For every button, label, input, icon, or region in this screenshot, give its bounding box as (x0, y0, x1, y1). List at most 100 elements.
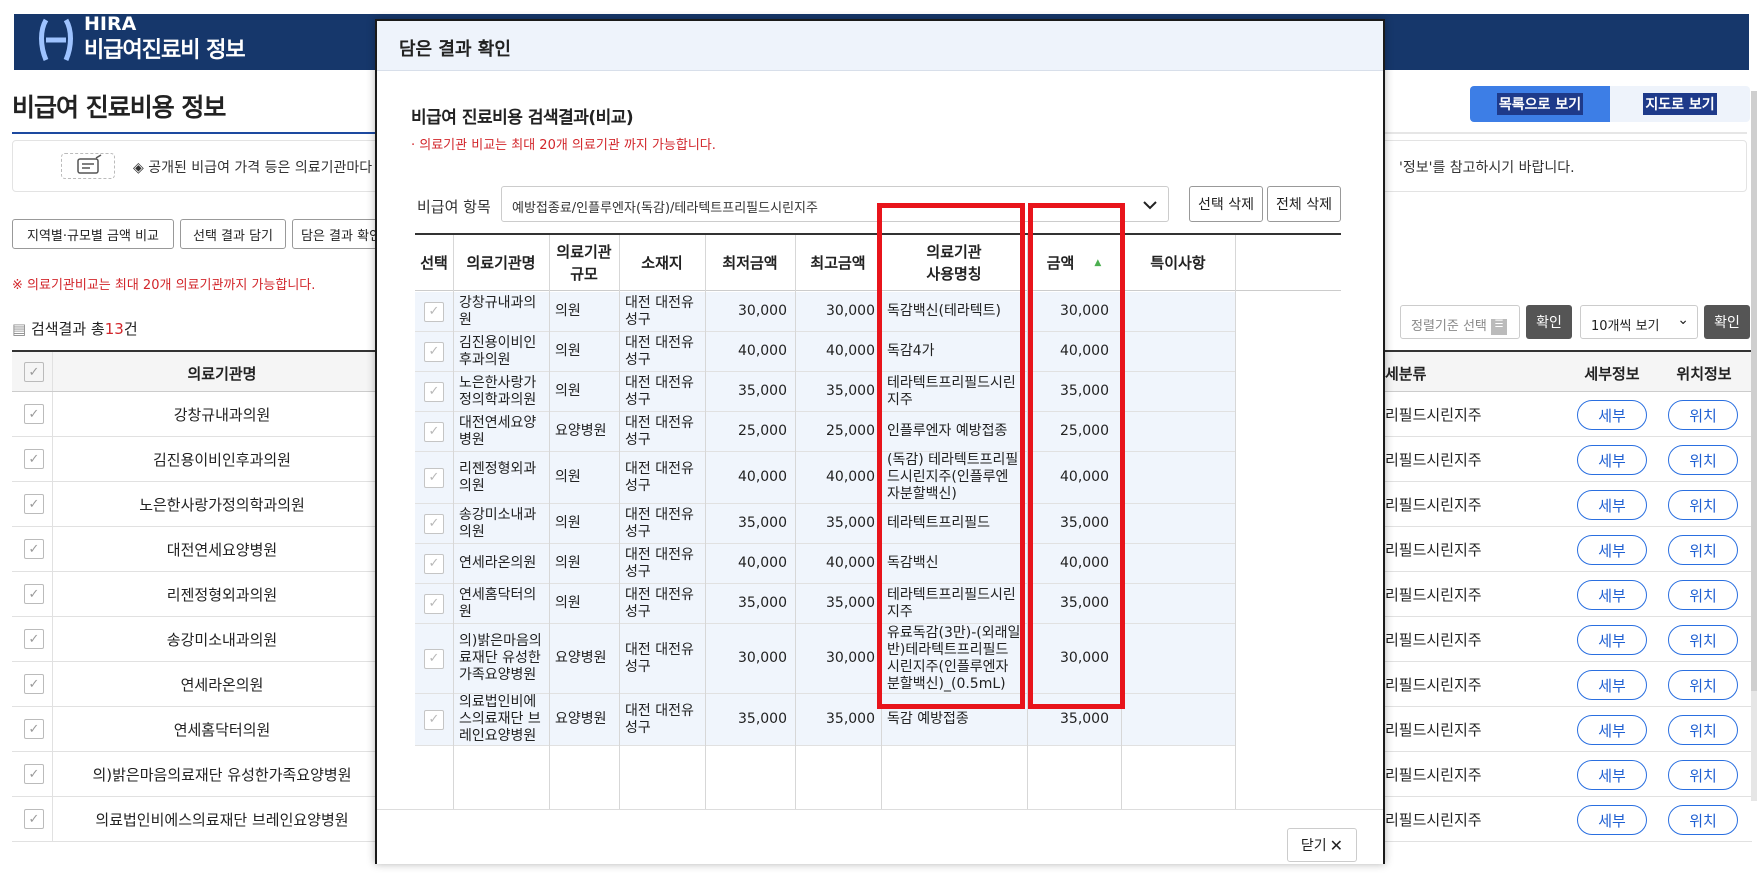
scrollbar-thumb[interactable] (1751, 91, 1757, 691)
modal-subtitle: 비급여 진료비용 검색결과(비교) (411, 108, 634, 128)
row-checkbox[interactable]: ✓ (424, 301, 444, 322)
col-name: 의료기관명 강창규내과의원 김진용이비인후과의원 노은한사랑가정의학과의원 대전연세요… (453, 235, 549, 813)
row-empty-cell (1235, 372, 1341, 412)
page-title: 비급여 진료비용 정보 (12, 93, 226, 122)
location-button[interactable]: 위치 (1668, 670, 1738, 700)
sort-confirm-button[interactable]: 확인 (1526, 305, 1572, 339)
row-checkbox[interactable]: ✓ (424, 467, 444, 488)
col-min: 최저금액 30,000 40,000 35,000 25,000 40,000 35,00… (705, 235, 795, 813)
list-icon: ▤ (12, 320, 31, 338)
region-compare-button[interactable]: 지역별·규모별 금액 비교 (12, 219, 174, 249)
detail-button[interactable]: 세부 (1577, 760, 1647, 790)
cell-name: 송강미소내과의원 (453, 504, 549, 544)
col-empty (1235, 235, 1341, 813)
add-selected-button[interactable]: 선택 결과 담기 (180, 219, 286, 249)
per-page-select[interactable]: 10개씩 보기 ⌄ (1580, 305, 1698, 339)
row-checkbox[interactable]: ✓ (424, 709, 444, 730)
location-button[interactable]: 위치 (1668, 805, 1738, 835)
detail-button[interactable]: 세부 (1577, 625, 1647, 655)
row-checkbox[interactable]: ✓ (424, 381, 444, 402)
detail-button[interactable]: 세부 (1577, 535, 1647, 565)
modal-header: 담은 결과 확인 (377, 21, 1383, 71)
delete-all-button[interactable]: 전체 삭제 (1267, 186, 1341, 222)
result-label: 검색결과 총 (30, 320, 105, 338)
cell-location: 대전 대전유성구 (619, 584, 705, 624)
per-page-confirm-button[interactable]: 확인 (1704, 305, 1750, 339)
row-checkbox[interactable]: ✓ (24, 539, 44, 559)
logo-title[interactable]: 비급여진료비 정보 (84, 32, 246, 64)
location-button[interactable]: 위치 (1668, 400, 1738, 430)
detail-button[interactable]: 세부 (1577, 715, 1647, 745)
row-checkbox[interactable]: ✓ (24, 719, 44, 739)
detail-button[interactable]: 세부 (1577, 400, 1647, 430)
cell-scale: 의원 (549, 452, 619, 504)
row-checkbox[interactable]: ✓ (24, 449, 44, 469)
delete-selected-button[interactable]: 선택 삭제 (1189, 186, 1263, 222)
cell-note (1121, 544, 1235, 584)
row-checkbox[interactable]: ✓ (24, 809, 44, 829)
location-button[interactable]: 위치 (1668, 580, 1738, 610)
cell-min: 35,000 (705, 372, 795, 412)
row-checkbox[interactable]: ✓ (24, 584, 44, 604)
location-button[interactable]: 위치 (1668, 760, 1738, 790)
row-checkbox[interactable]: ✓ (424, 513, 444, 534)
location-button[interactable]: 위치 (1668, 535, 1738, 565)
row-empty-cell (1235, 452, 1341, 504)
row-checkbox[interactable]: ✓ (424, 421, 444, 442)
row-select-cell: ✓ (415, 584, 453, 624)
row-category: 리필드시린지주 (1385, 721, 1482, 739)
cell-note (1121, 372, 1235, 412)
row-category: 리필드시린지주 (1385, 631, 1482, 649)
header-location: 위치정보 (1676, 365, 1732, 383)
cell-note (1121, 504, 1235, 544)
highlight-usage-column (877, 203, 1025, 709)
cell-location: 대전 대전유성구 (619, 624, 705, 694)
row-name: 강창규내과의원 (173, 406, 271, 424)
row-select-cell: ✓ (415, 544, 453, 584)
detail-button[interactable]: 세부 (1577, 490, 1647, 520)
location-button[interactable]: 위치 (1668, 490, 1738, 520)
row-checkbox[interactable]: ✓ (24, 404, 44, 424)
row-name: 의료법인비에스의료재단 브레인요양병원 (95, 811, 349, 829)
row-checkbox[interactable]: ✓ (24, 629, 44, 649)
row-select-cell: ✓ (415, 452, 453, 504)
detail-button[interactable]: 세부 (1577, 580, 1647, 610)
map-view-button[interactable]: 지도로 보기 (1610, 86, 1750, 122)
row-empty-cell (1235, 332, 1341, 372)
modal-scrollbar[interactable] (1751, 91, 1757, 801)
title-divider-accent (12, 132, 396, 134)
row-checkbox[interactable]: ✓ (24, 494, 44, 514)
cell-note (1121, 452, 1235, 504)
location-button[interactable]: 위치 (1668, 715, 1738, 745)
select-all-checkbox[interactable]: ✓ (24, 362, 44, 382)
column-divider (549, 235, 550, 813)
chevron-down-icon (1143, 201, 1157, 210)
row-checkbox[interactable]: ✓ (424, 341, 444, 362)
row-checkbox[interactable]: ✓ (424, 593, 444, 614)
location-button[interactable]: 위치 (1668, 445, 1738, 475)
detail-button[interactable]: 세부 (1577, 445, 1647, 475)
cell-max: 30,000 (795, 624, 881, 694)
cell-name: 리젠정형외과의원 (453, 452, 549, 504)
row-name: 대전연세요양병원 (166, 541, 278, 559)
col-max: 최고금액 30,000 40,000 35,000 25,000 40,000 35,00… (795, 235, 881, 813)
row-checkbox[interactable]: ✓ (424, 553, 444, 574)
row-checkbox[interactable]: ✓ (24, 674, 44, 694)
notice-text: ◈ 공개된 비급여 가격 등은 의료기관마다 (133, 160, 373, 176)
row-checkbox[interactable]: ✓ (424, 648, 444, 669)
row-select-cell: ✓ (415, 624, 453, 694)
th-max: 최고금액 (795, 235, 881, 291)
logo-hira-text: HIRA (84, 13, 137, 35)
row-name: 리젠정형외과의원 (166, 586, 278, 604)
sort-select[interactable]: 정렬기준 선택 ☰ (1400, 305, 1520, 339)
row-checkbox[interactable]: ✓ (24, 764, 44, 784)
detail-button[interactable]: 세부 (1577, 805, 1647, 835)
limit-note: ※ 의료기관비교는 최대 20개 의료기관까지 가능합니다. (12, 278, 316, 293)
hira-logo-icon (39, 18, 73, 61)
list-view-button[interactable]: 목록으로 보기 (1470, 86, 1610, 122)
sort-placeholder: 정렬기준 선택 (1411, 319, 1487, 334)
location-button[interactable]: 위치 (1668, 625, 1738, 655)
column-divider (619, 235, 620, 813)
detail-button[interactable]: 세부 (1577, 670, 1647, 700)
close-button[interactable]: 닫기 ✕ (1287, 828, 1357, 862)
